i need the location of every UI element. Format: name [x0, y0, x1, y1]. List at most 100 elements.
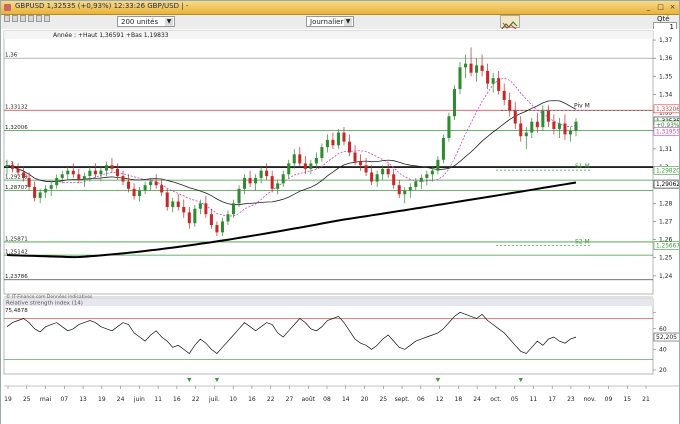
- toolbar: 200 unités ▼ Journalier ▼: [1, 15, 679, 30]
- candle-body: [325, 139, 329, 148]
- x-tick-label: 25: [23, 396, 31, 403]
- candle-body: [88, 170, 92, 177]
- copyright-note: © IT-Finance.com Données indicatives: [6, 293, 93, 300]
- x-tick-label: 21: [642, 396, 650, 403]
- candle-body: [226, 214, 230, 222]
- x-tick-label: sept.: [395, 396, 410, 403]
- candle-body: [77, 174, 81, 180]
- x-tick-label: 07: [60, 396, 68, 403]
- candle-body: [198, 203, 202, 209]
- minimize-button[interactable]: _: [644, 3, 653, 11]
- units-select[interactable]: 200 unités ▼: [117, 16, 175, 27]
- x-tick-label: 16: [248, 396, 256, 403]
- candle-body: [519, 123, 523, 137]
- maximize-button[interactable]: □: [656, 3, 665, 11]
- candle-body: [414, 181, 418, 187]
- indicator-pane: [3, 298, 654, 375]
- x-tick-label: 08: [323, 396, 331, 403]
- candle-body: [491, 78, 495, 84]
- rsi-current-label: 52,205: [656, 334, 677, 341]
- units-select-value: 200 unités: [121, 18, 159, 26]
- indicator-title-bar: [4, 299, 653, 306]
- x-tick-label: oct.: [490, 396, 501, 403]
- window-title: GBPUSD 1,32535 (+0,93%) 12:33:26 GBP/USD…: [15, 2, 189, 10]
- price-tag-label: 1,29820: [656, 168, 679, 174]
- candle-body: [22, 172, 26, 178]
- close-button[interactable]: ×: [668, 3, 677, 11]
- candle-body: [237, 188, 241, 204]
- candle-body: [287, 163, 291, 175]
- x-tick-label: 06: [417, 396, 425, 403]
- chevron-down-icon: ▼: [344, 18, 352, 26]
- candle-body: [160, 185, 164, 193]
- candle-body: [447, 116, 451, 139]
- candle-body: [458, 67, 462, 90]
- candle-body: [469, 63, 473, 73]
- candle-body: [364, 165, 368, 173]
- x-tick-label: 22: [267, 396, 275, 403]
- candle-body: [154, 181, 158, 186]
- level-label: 1,25871: [5, 236, 28, 242]
- rsi-tick-label: 40: [659, 346, 667, 353]
- x-tick-label: nov.: [583, 396, 596, 403]
- candle-body: [33, 186, 37, 198]
- price-tag-label: 1,29062: [656, 182, 679, 188]
- candle-body: [436, 159, 440, 171]
- toolbar-tab[interactable]: [12, 15, 18, 22]
- candle-body: [127, 181, 131, 189]
- toolbar-tab[interactable]: [28, 15, 34, 22]
- candle-body: [370, 172, 374, 182]
- y-tick-label: 1,37: [659, 37, 673, 44]
- period-select[interactable]: Journalier ▼: [306, 16, 354, 27]
- candle-body: [254, 177, 258, 184]
- pivot-annotation: Piv M: [574, 102, 590, 109]
- candle-body: [381, 168, 385, 175]
- toolbar-tab[interactable]: [4, 15, 10, 22]
- application-window: GBPUSD 1,32535 (+0,93%) 12:33:26 GBP/USD…: [0, 0, 680, 424]
- candle-body: [99, 170, 103, 175]
- candle-body: [386, 168, 390, 175]
- candle-body: [115, 168, 120, 177]
- y-tick-label: 1,35: [659, 73, 673, 80]
- candle-body: [475, 65, 479, 73]
- toolbar-tab[interactable]: [20, 15, 26, 22]
- candle-body: [44, 188, 48, 193]
- price-chart[interactable]: Année : +Haut 1,36591 +Bas 1,19833 1,37 1,…: [1, 29, 679, 424]
- candle-body: [298, 154, 302, 164]
- candle-body: [27, 177, 31, 187]
- candle-body: [281, 174, 285, 184]
- x-tick-label: 09: [605, 396, 613, 403]
- candle-body: [292, 154, 296, 164]
- candle-body: [149, 181, 153, 186]
- trend-chart-icon[interactable]: [500, 15, 520, 30]
- candle-body: [353, 152, 357, 162]
- x-tick-label: 25: [379, 396, 387, 403]
- x-tick-label: 20: [361, 396, 369, 403]
- candle-body: [110, 165, 114, 169]
- candle-body: [568, 130, 572, 135]
- candle-body: [248, 177, 252, 184]
- x-tick-label: mai: [40, 396, 52, 403]
- candle-body: [104, 165, 108, 171]
- candle-body: [209, 214, 213, 226]
- candle-body: [60, 174, 64, 178]
- y-tick-label: 1,27: [659, 218, 673, 225]
- candle-body: [541, 110, 545, 128]
- candle-body: [563, 123, 567, 135]
- indicator-title: Relative strength index (14): [6, 301, 83, 307]
- price-tag-label: 1,33206: [656, 107, 679, 113]
- candle-body: [82, 176, 86, 180]
- level-label: 1,23786: [5, 274, 28, 280]
- candle-body: [66, 170, 70, 175]
- candle-body: [392, 174, 396, 186]
- candle-body: [430, 170, 434, 175]
- s1-annotation: S1 M: [575, 163, 590, 170]
- x-tick-label: 16: [173, 396, 181, 403]
- candle-body: [231, 203, 236, 215]
- rsi-level-label: 75,4878: [5, 308, 28, 314]
- candle-body: [336, 132, 340, 146]
- toolbar-tab[interactable]: [44, 15, 50, 22]
- toolbar-tab[interactable]: [36, 15, 42, 22]
- candle-body: [502, 90, 506, 100]
- candle-body: [220, 221, 224, 233]
